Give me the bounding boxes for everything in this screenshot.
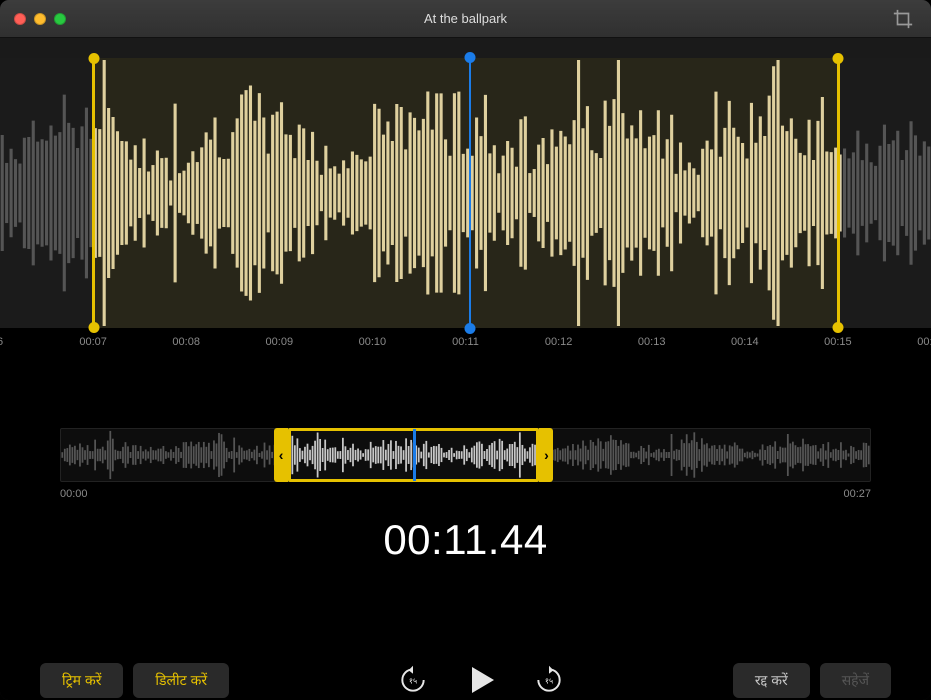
- zoom-window-button[interactable]: [54, 13, 66, 25]
- time-tick: 00:10: [359, 336, 387, 348]
- svg-text:१५: १५: [545, 677, 553, 686]
- cancel-button[interactable]: रद्द करें: [733, 663, 810, 698]
- overview-handle-right[interactable]: ›: [539, 428, 553, 482]
- traffic-lights: [14, 13, 66, 25]
- overview-end-label: 00:27: [843, 488, 871, 500]
- editor-content: 6 00:07 00:08 00:09 00:10 00:11 00:12 00:13 00:1…: [0, 58, 931, 700]
- overview-playhead: [413, 429, 416, 481]
- time-tick: 00:08: [172, 336, 200, 348]
- trim-button[interactable]: ट्रिम करें: [40, 663, 123, 698]
- time-tick: 00:16: [917, 336, 931, 348]
- selection-region: [93, 58, 838, 328]
- main-waveform-area: 6 00:07 00:08 00:09 00:10 00:11 00:12 00:13 00:1…: [0, 58, 931, 388]
- overview-handle-left[interactable]: ‹: [274, 428, 288, 482]
- time-tick: 00:12: [545, 336, 573, 348]
- close-window-button[interactable]: [14, 13, 26, 25]
- play-button[interactable]: [459, 658, 503, 700]
- current-time-display: 00:11.44: [0, 516, 931, 564]
- main-waveform[interactable]: [0, 58, 931, 328]
- time-tick: 6: [0, 336, 3, 348]
- time-tick: 00:09: [266, 336, 294, 348]
- control-bar: ट्रिम करें डिलीट करें १५: [0, 658, 931, 700]
- time-ruler: 6 00:07 00:08 00:09 00:10 00:11 00:12 00:13 00:1…: [0, 336, 931, 356]
- trim-handle-end[interactable]: [837, 58, 840, 328]
- overview-start-label: 00:00: [60, 488, 88, 500]
- window-title: At the ballpark: [424, 11, 507, 26]
- time-tick: 00:15: [824, 336, 852, 348]
- skip-forward-button[interactable]: १५: [531, 662, 567, 698]
- overview-waveform[interactable]: ‹ ›: [60, 428, 871, 482]
- overview-area: ‹ › 00:00 00:27: [60, 428, 871, 488]
- save-button[interactable]: सहेजें: [820, 663, 891, 698]
- app-window: At the ballpark: [0, 0, 931, 700]
- minimize-window-button[interactable]: [34, 13, 46, 25]
- trim-handle-start[interactable]: [92, 58, 95, 328]
- time-tick: 00:14: [731, 336, 759, 348]
- skip-back-button[interactable]: १५: [395, 662, 431, 698]
- time-tick: 00:11: [452, 336, 479, 348]
- overview-ruler: 00:00 00:27: [60, 488, 871, 506]
- playhead[interactable]: [469, 58, 471, 328]
- time-tick: 00:07: [79, 336, 107, 348]
- titlebar: At the ballpark: [0, 0, 931, 38]
- delete-button[interactable]: डिलीट करें: [133, 663, 229, 698]
- time-tick: 00:13: [638, 336, 666, 348]
- svg-text:१५: १५: [409, 677, 417, 686]
- trim-mode-button[interactable]: [885, 6, 921, 32]
